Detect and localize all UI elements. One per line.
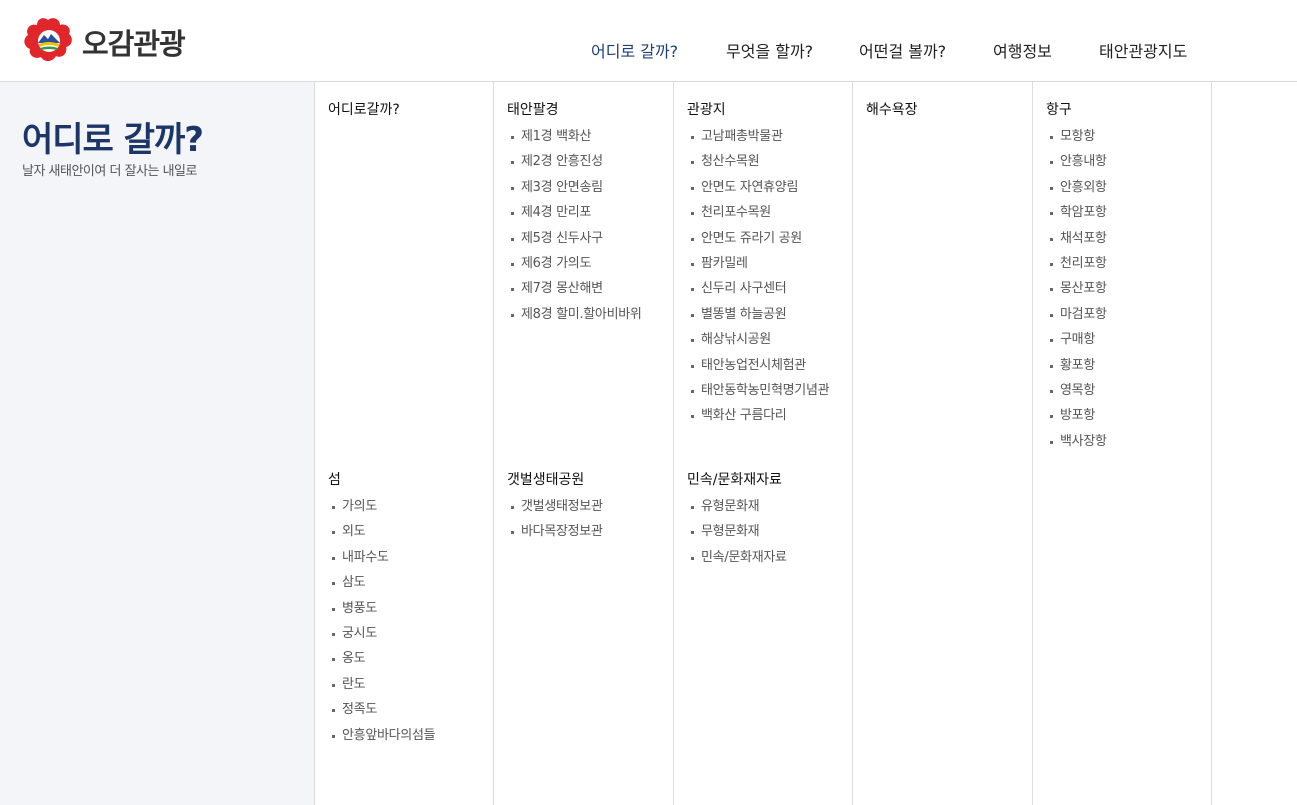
submenu-group-title[interactable]: 관광지 [687,101,846,126]
submenu-group-title[interactable]: 태안팔경 [507,101,667,126]
submenu-group-title[interactable]: 민속/문화재자료 [687,471,846,496]
nav-item-tour-map[interactable]: 태안관광지도 [1099,38,1187,62]
submenu-link[interactable]: 제4경 만리포 [507,202,667,224]
submenu-link[interactable]: 안면도 쥬라기 공원 [687,228,846,250]
submenu-group: 섬 가의도외도내파수도삼도병풍도궁시도옹도란도정족도안흥앞바다의섬들 [328,471,487,750]
main-nav: 어디로 갈까? 무엇을 할까? 어떤걸 볼까? 여행정보 태안관광지도 [0,38,1297,62]
submenu-group: 태안팔경 제1경 백화산제2경 안흥진성제3경 안면송림제4경 만리포제5경 신… [507,101,667,329]
submenu-link[interactable]: 란도 [328,674,487,696]
submenu-list: 갯벌생태정보관바다목장정보관 [507,496,667,543]
submenu-list: 유형문화재무형문화재민속/문화재자료 [687,496,846,569]
submenu-link[interactable]: 제8경 할미.할아비바위 [507,304,667,326]
submenu-link[interactable]: 황포항 [1046,355,1205,377]
submenu-link[interactable]: 천리포항 [1046,253,1205,275]
nav-item-see[interactable]: 어떤걸 볼까? [859,38,946,62]
submenu-link[interactable]: 팜카밀레 [687,253,846,275]
submenu-column-2: 태안팔경 제1경 백화산제2경 안흥진성제3경 안면송림제4경 만리포제5경 신… [494,82,674,805]
submenu-column-5: 항구 모항항안흥내항안흥외항학암포항채석포항천리포항몽산포항마검포항구매항황포항… [1033,82,1212,805]
nav-item-where[interactable]: 어디로 갈까? [591,38,678,62]
submenu-list: 모항항안흥내항안흥외항학암포항채석포항천리포항몽산포항마검포항구매항황포항영목항… [1046,126,1205,453]
submenu-link[interactable]: 외도 [328,521,487,543]
submenu-group: 민속/문화재자료 유형문화재 무형문화재 민속/문화재자료 [687,471,846,572]
submenu-group-title[interactable]: 섬 [328,471,487,496]
submenu-list: 가의도외도내파수도삼도병풍도궁시도옹도란도정족도안흥앞바다의섬들 [328,496,487,747]
submenu-link[interactable]: 삼도 [328,572,487,594]
submenu-group: 항구 모항항안흥내항안흥외항학암포항채석포항천리포항몽산포항마검포항구매항황포항… [1046,101,1205,456]
submenu-link[interactable]: 별똥별 하늘공원 [687,304,846,326]
submenu-link[interactable]: 해상낚시공원 [687,329,846,351]
submenu-link[interactable]: 유형문화재 [687,496,846,518]
submenu-link[interactable]: 안면도 자연휴양림 [687,177,846,199]
submenu-link[interactable]: 제1경 백화산 [507,126,667,148]
submenu-link[interactable]: 백화산 구름다리 [687,405,846,427]
submenu-link[interactable]: 안흥앞바다의섬들 [328,725,487,747]
submenu-link[interactable]: 옹도 [328,648,487,670]
submenu-link[interactable]: 몽산포항 [1046,278,1205,300]
submenu-group-title[interactable]: 해수욕장 [866,101,1026,126]
submenu-link[interactable]: 청산수목원 [687,151,846,173]
nav-item-travel-info[interactable]: 여행정보 [993,38,1052,62]
submenu-group-title[interactable]: 항구 [1046,101,1205,126]
submenu-group-title[interactable]: 갯벌생태공원 [507,471,667,496]
submenu-group: 관광지 고남패총박물관청산수목원안면도 자연휴양림천리포수목원안면도 쥬라기 공… [687,101,846,431]
submenu-link[interactable]: 제6경 가의도 [507,253,667,275]
submenu-list: 제1경 백화산제2경 안흥진성제3경 안면송림제4경 만리포제5경 신두사구제6… [507,126,667,326]
submenu-link[interactable]: 백사장항 [1046,431,1205,453]
submenu-link[interactable]: 병풍도 [328,598,487,620]
submenu-link[interactable]: 제3경 안면송림 [507,177,667,199]
submenu-link[interactable]: 방포항 [1046,405,1205,427]
submenu-link[interactable]: 신두리 사구센터 [687,278,846,300]
submenu-group: 갯벌생태공원 갯벌생태정보관바다목장정보관 [507,471,667,547]
submenu-link[interactable]: 학암포항 [1046,202,1205,224]
submenu-link[interactable]: 무형문화재 [687,521,846,543]
submenu-link[interactable]: 고남패총박물관 [687,126,846,148]
submenu-link[interactable]: 모항항 [1046,126,1205,148]
submenu-group: 해수욕장 [866,101,1026,126]
site-header: 오감관광 어디로 갈까? 무엇을 할까? 어떤걸 볼까? 여행정보 태안관광지도 [0,0,1297,82]
submenu-link[interactable]: 안흥외항 [1046,177,1205,199]
submenu-link[interactable]: 채석포항 [1046,228,1205,250]
submenu-link[interactable]: 태안동학농민혁명기념관 [687,380,846,402]
submenu-link[interactable]: 마검포항 [1046,304,1205,326]
submenu-link[interactable]: 태안농업전시체험관 [687,355,846,377]
submenu-list: 고남패총박물관청산수목원안면도 자연휴양림천리포수목원안면도 쥬라기 공원팜카밀… [687,126,846,427]
submenu-column-3: 관광지 고남패총박물관청산수목원안면도 자연휴양림천리포수목원안면도 쥬라기 공… [674,82,853,805]
submenu-link[interactable]: 구매항 [1046,329,1205,351]
submenu-link[interactable]: 민속/문화재자료 [687,547,846,569]
submenu-link[interactable]: 제2경 안흥진성 [507,151,667,173]
nav-item-what[interactable]: 무엇을 할까? [726,38,813,62]
submenu-intro-panel: 어디로 갈까? 날자 새태안이여 더 잘사는 내일로 [0,82,315,805]
submenu-link[interactable]: 내파수도 [328,547,487,569]
submenu-link[interactable]: 안흥내항 [1046,151,1205,173]
submenu-title: 어디로 갈까? [22,120,204,160]
submenu-link[interactable]: 정족도 [328,699,487,721]
submenu-link[interactable]: 궁시도 [328,623,487,645]
submenu-link[interactable]: 바다목장정보관 [507,521,667,543]
submenu-link[interactable]: 천리포수목원 [687,202,846,224]
submenu-link[interactable]: 제5경 신두사구 [507,228,667,250]
submenu-group: 어디로갈까? [328,101,487,126]
submenu-link[interactable]: 갯벌생태정보관 [507,496,667,518]
submenu-column-1: 어디로갈까? 섬 가의도외도내파수도삼도병풍도궁시도옹도란도정족도안흥앞바다의섬… [315,82,494,805]
submenu-link[interactable]: 영목항 [1046,380,1205,402]
submenu-link[interactable]: 제7경 몽산해변 [507,278,667,300]
submenu-subtitle: 날자 새태안이여 더 잘사는 내일로 [22,164,197,179]
submenu-group-title[interactable]: 어디로갈까? [328,101,487,126]
submenu-column-4: 해수욕장 [853,82,1033,805]
submenu-link[interactable]: 가의도 [328,496,487,518]
